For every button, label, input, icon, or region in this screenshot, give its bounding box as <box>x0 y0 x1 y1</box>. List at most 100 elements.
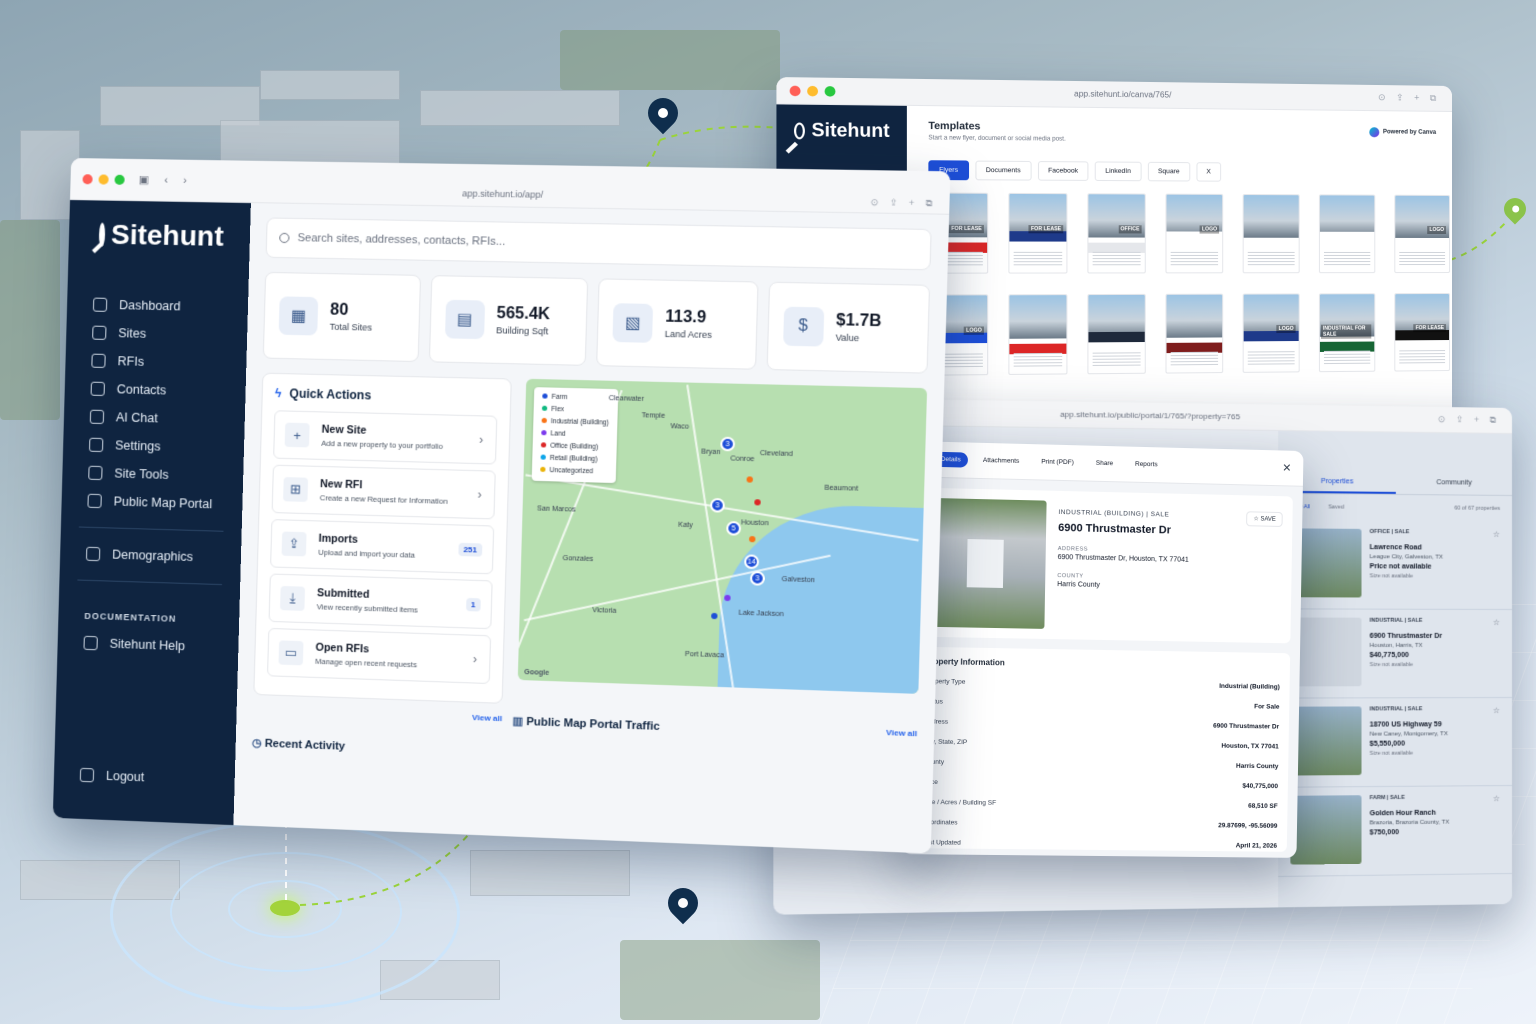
tab-reports[interactable]: Reports <box>1128 457 1165 473</box>
view-all-link[interactable]: View all <box>472 713 502 727</box>
template-text-lines <box>1247 251 1295 267</box>
browser-actions-icon[interactable]: ⊙ ⇪ + ⧉ <box>870 197 937 209</box>
close-dot[interactable] <box>82 173 93 184</box>
tab-square[interactable]: Square <box>1147 161 1190 182</box>
browser-actions-icon[interactable]: ⊙ ⇪ + ⧉ <box>1378 92 1440 104</box>
property-loc: League City, Galveston, TX <box>1369 554 1443 561</box>
sidebar-item-rfis[interactable]: RFIs <box>65 346 247 378</box>
action-name: New RFI <box>319 478 363 492</box>
browser-nav-icon[interactable]: ▣ ‹ › <box>138 173 192 187</box>
property-list-panel: PropertiesCommunity View All Saved 60 of… <box>1278 430 1512 908</box>
template-card[interactable]: FOR LEASE <box>1394 293 1451 372</box>
template-card[interactable] <box>1008 294 1068 375</box>
browser-actions-icon[interactable]: ⊙ ⇪ + ⧉ <box>1438 414 1500 426</box>
template-card[interactable] <box>1318 194 1376 274</box>
logo-icon <box>793 121 805 139</box>
minimize-dot[interactable] <box>98 173 109 185</box>
map-cluster[interactable]: 5 <box>726 520 742 536</box>
quick-action-new-rfi[interactable]: ⊞ New RFI Create a new Request for Informa… <box>271 464 496 520</box>
sites-map[interactable]: Farm Flex Industrial (Building) Land Office … <box>517 378 928 694</box>
sidebar-item-contacts[interactable]: Contacts <box>64 374 246 406</box>
building-icon <box>92 325 107 340</box>
star-icon[interactable]: ☆ <box>1493 530 1500 601</box>
quick-actions-title: ϟ Quick Actions <box>274 386 372 403</box>
template-card[interactable]: OFFICE <box>1087 193 1146 274</box>
action-name: New Site <box>321 423 367 437</box>
view-all-link[interactable]: View all <box>886 728 917 743</box>
brand-logo[interactable]: Sitehunt <box>776 119 906 142</box>
action-icon: ⊞ <box>283 477 309 502</box>
template-card[interactable] <box>1165 293 1224 374</box>
chevron-right-icon: › <box>477 487 482 502</box>
template-card[interactable] <box>1242 194 1300 274</box>
sidebar-item-public-map-portal[interactable]: Public Map Portal <box>61 486 243 519</box>
property-list-item[interactable]: INDUSTRIAL | SALE 18700 US Highway 59 New … <box>1278 698 1512 788</box>
list-filter: View All Saved 60 of 67 properties <box>1278 494 1512 522</box>
map-marker[interactable] <box>749 536 756 543</box>
tab-facebook[interactable]: Facebook <box>1037 161 1089 181</box>
quick-action-open-rfis[interactable]: ▭ Open RFIs Manage open recent requests › <box>266 627 492 685</box>
maximize-dot[interactable] <box>824 85 836 97</box>
action-desc: Manage open recent requests <box>315 656 418 670</box>
template-card[interactable]: LOGO <box>1394 194 1451 274</box>
close-dot[interactable] <box>789 85 801 96</box>
quick-action-submitted[interactable]: ⤓ Submitted View recently submitted items 1 <box>268 573 493 630</box>
template-card[interactable] <box>1087 293 1146 375</box>
filter-saved[interactable]: Saved <box>1328 504 1344 510</box>
legend-item[interactable]: Uncategorized <box>540 465 607 479</box>
brand-logo[interactable]: Sitehunt <box>69 218 251 253</box>
stats-row: ▦ 80 Total Sites ▤ 565.4K Building Sqft ▧ 113.9… <box>262 271 931 374</box>
sidebar-item-demographics[interactable]: Demographics <box>60 539 242 573</box>
save-button[interactable]: ☆ SAVE <box>1246 511 1283 527</box>
minimize-dot[interactable] <box>807 85 819 96</box>
map-marker[interactable] <box>711 612 718 620</box>
tab-linkedin[interactable]: LinkedIn <box>1094 161 1142 182</box>
property-list-item[interactable]: INDUSTRIAL | SALE 6900 Thrustmaster Dr Hou… <box>1278 609 1512 699</box>
property-price: Price not available <box>1369 563 1432 571</box>
tab-print-pdf-[interactable]: Print (PDF) <box>1034 454 1081 470</box>
tab-x[interactable]: X <box>1196 162 1222 182</box>
map-cluster[interactable]: 3 <box>720 436 736 452</box>
legend-dot <box>541 405 548 411</box>
sidebar-item-dashboard[interactable]: Dashboard <box>67 290 249 322</box>
map-cluster[interactable]: 3 <box>709 497 726 513</box>
quick-action-new-site[interactable]: + New Site Add a new property to your port… <box>273 410 498 465</box>
people-icon <box>85 546 101 562</box>
quick-action-imports[interactable]: ⇪ Imports Upload and import your data 251 <box>270 519 495 575</box>
chevron-right-icon: › <box>478 432 484 447</box>
count-badge: 251 <box>457 542 483 557</box>
template-card[interactable]: INDUSTRIAL FOR SALE <box>1318 293 1376 373</box>
tab-share[interactable]: Share <box>1089 456 1121 472</box>
template-card[interactable]: LOGO <box>1165 193 1224 274</box>
tab-attachments[interactable]: Attachments <box>976 453 1027 469</box>
search-input[interactable]: Search sites, addresses, contacts, RFIs.… <box>297 232 505 248</box>
property-list-item[interactable]: FARM | SALE Golden Hour Ranch Brazoria, Br… <box>1278 786 1512 877</box>
search-bar[interactable]: Search sites, addresses, contacts, RFIs.… <box>265 217 932 271</box>
info-value: 29.87699, -95.56099 <box>1218 822 1278 830</box>
logout-button[interactable]: Logout <box>54 760 171 793</box>
template-card[interactable]: FOR LEASE <box>1008 192 1068 274</box>
quick-actions-panel: ϟ Quick Actions + New Site Add a new proper… <box>253 372 512 704</box>
tab-documents[interactable]: Documents <box>975 160 1032 181</box>
url-bar[interactable]: app.sitehunt.io/canva/765/ <box>1074 89 1171 99</box>
property-name: 6900 Thrustmaster Dr <box>1369 632 1443 640</box>
star-icon[interactable]: ☆ <box>1493 706 1500 777</box>
map-city-label: Cleveland <box>759 450 793 459</box>
url-bar[interactable]: app.sitehunt.io/public/portal/1/765/?pro… <box>1060 410 1240 422</box>
legend-dot <box>541 417 547 424</box>
star-icon[interactable]: ☆ <box>1493 794 1500 865</box>
maximize-dot[interactable] <box>114 174 125 185</box>
map-marker[interactable] <box>754 499 761 506</box>
property-thumbnail <box>1290 617 1362 687</box>
property-list-item[interactable]: OFFICE | SALE Lawrence Road League City, G… <box>1278 520 1512 610</box>
tab-community[interactable]: Community <box>1396 473 1512 495</box>
close-icon[interactable]: ✕ <box>1282 461 1291 474</box>
sidebar-item-sites[interactable]: Sites <box>66 318 248 350</box>
url-bar[interactable]: app.sitehunt.io/app/ <box>462 188 543 199</box>
sidebar-item-help[interactable]: Sitehunt Help <box>57 628 238 662</box>
stat-card: ▧ 113.9 Land Acres <box>596 278 759 370</box>
template-card[interactable]: LOGO <box>1242 293 1300 373</box>
star-icon[interactable]: ☆ <box>1493 618 1500 689</box>
map-marker[interactable] <box>746 476 753 483</box>
templates-content: Templates Start a new flyer, document or… <box>906 105 1452 434</box>
